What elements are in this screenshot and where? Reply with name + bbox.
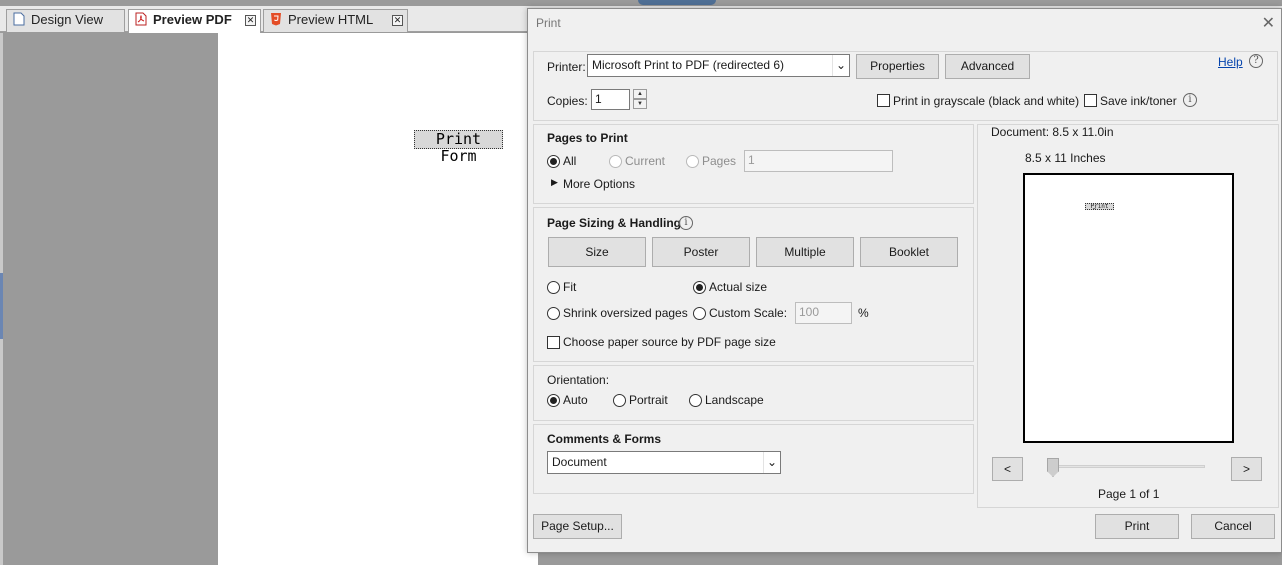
orientation-landscape-radio[interactable] — [689, 394, 702, 407]
orientation-heading: Orientation: — [547, 373, 610, 387]
orientation-landscape-label: Landscape — [705, 393, 764, 407]
tab-preview-pdf[interactable]: Preview PDF ✕ — [128, 9, 261, 33]
tab-preview-html[interactable]: Preview HTML ✕ — [263, 9, 408, 32]
pages-all-radio[interactable] — [547, 155, 560, 168]
custom-scale-radio[interactable] — [693, 307, 706, 320]
copies-label: Copies: — [547, 94, 588, 108]
shrink-label: Shrink oversized pages — [563, 306, 688, 320]
splitter-handle[interactable] — [0, 273, 3, 339]
pdf-icon — [135, 12, 147, 26]
html5-icon — [271, 13, 281, 26]
paper-source-label: Choose paper source by PDF page size — [563, 335, 776, 349]
page-status-label: Page 1 of 1 — [1098, 487, 1160, 501]
save-ink-checkbox[interactable] — [1084, 94, 1097, 107]
orientation-auto-radio[interactable] — [547, 394, 560, 407]
next-page-button[interactable]: > — [1231, 457, 1262, 481]
copies-up-icon[interactable]: ▲ — [633, 89, 647, 99]
printer-label: Printer: — [547, 60, 586, 74]
paper-size-label: 8.5 x 11 Inches — [1025, 151, 1106, 165]
document-size-label: Document: 8.5 x 11.0in — [991, 125, 1114, 139]
fit-label: Fit — [563, 280, 577, 294]
background-scrollbar — [886, 553, 1102, 565]
page-slider-track[interactable] — [1048, 465, 1205, 468]
pages-current-label: Current — [625, 154, 666, 168]
custom-scale-input[interactable]: 100 — [795, 302, 852, 324]
fit-radio[interactable] — [547, 281, 560, 294]
shrink-radio[interactable] — [547, 307, 560, 320]
properties-button[interactable]: Properties — [856, 54, 939, 79]
pages-range-input[interactable]: 1 — [744, 150, 893, 172]
page-setup-button[interactable]: Page Setup... — [533, 514, 622, 539]
size-button[interactable]: Size — [548, 237, 646, 267]
pages-range-label: Pages — [702, 154, 737, 168]
help-icon[interactable]: ? — [1249, 54, 1263, 68]
pages-to-print-heading: Pages to Print — [547, 131, 628, 145]
tab-label: Design View — [31, 12, 104, 27]
comments-forms-heading: Comments & Forms — [547, 432, 662, 446]
document-icon — [13, 12, 25, 26]
tab-design-view[interactable]: Design View — [6, 9, 125, 32]
expand-triangle-icon[interactable]: ▶ — [551, 177, 558, 188]
thumbnail-print-form: Print Form — [1085, 203, 1114, 210]
orientation-auto-label: Auto — [563, 393, 588, 407]
comments-forms-value: Document — [552, 455, 607, 469]
close-tab-icon[interactable]: ✕ — [392, 15, 403, 26]
print-dialog: Print ✕ Printer: Microsoft Print to PDF … — [527, 8, 1282, 553]
dialog-title: Print — [536, 16, 561, 30]
printer-value: Microsoft Print to PDF (redirected 6) — [592, 58, 785, 72]
printer-select[interactable]: Microsoft Print to PDF (redirected 6) ⌄ — [587, 54, 850, 77]
orientation-portrait-label: Portrait — [629, 393, 668, 407]
pages-range-radio[interactable] — [686, 155, 699, 168]
print-button[interactable]: Print — [1095, 514, 1179, 539]
info-icon[interactable]: i — [679, 216, 693, 230]
poster-button[interactable]: Poster — [652, 237, 750, 267]
pages-all-label: All — [563, 154, 577, 168]
copies-down-icon[interactable]: ▼ — [633, 99, 647, 109]
orientation-portrait-radio[interactable] — [613, 394, 626, 407]
close-tab-icon[interactable]: ✕ — [245, 15, 256, 26]
tab-label: Preview PDF — [153, 12, 232, 27]
chevron-down-icon: ⌄ — [763, 452, 780, 473]
help-link[interactable]: Help — [1218, 55, 1243, 69]
actual-size-label: Actual size — [709, 280, 768, 294]
grayscale-label: Print in grayscale (black and white) — [893, 94, 1080, 108]
canvas-print-form-label: Print Form — [414, 130, 503, 165]
info-icon[interactable]: i — [1183, 93, 1197, 107]
more-options-toggle[interactable]: More Options — [563, 177, 635, 191]
copies-input[interactable]: 1 — [591, 89, 630, 110]
chevron-down-icon: ⌄ — [832, 55, 849, 76]
page-sizing-heading: Page Sizing & Handling — [547, 216, 682, 230]
advanced-button[interactable]: Advanced — [945, 54, 1030, 79]
grayscale-checkbox[interactable] — [877, 94, 890, 107]
cancel-button[interactable]: Cancel — [1191, 514, 1275, 539]
close-icon[interactable]: ✕ — [1262, 13, 1275, 33]
custom-scale-label: Custom Scale: — [709, 306, 788, 320]
pdf-page-canvas — [218, 33, 538, 565]
comments-forms-select[interactable]: Document ⌄ — [547, 451, 781, 474]
left-pane — [0, 33, 218, 565]
previous-page-button[interactable]: < — [992, 457, 1023, 481]
percent-label: % — [858, 306, 869, 320]
paper-source-checkbox[interactable] — [547, 336, 560, 349]
booklet-button[interactable]: Booklet — [860, 237, 958, 267]
save-ink-label: Save ink/toner — [1100, 94, 1177, 108]
page-preview-thumbnail: Print Form — [1023, 173, 1234, 443]
window-top-handle — [638, 0, 716, 5]
tab-label: Preview HTML — [288, 12, 374, 27]
actual-size-radio[interactable] — [693, 281, 706, 294]
multiple-button[interactable]: Multiple — [756, 237, 854, 267]
pages-current-radio[interactable] — [609, 155, 622, 168]
